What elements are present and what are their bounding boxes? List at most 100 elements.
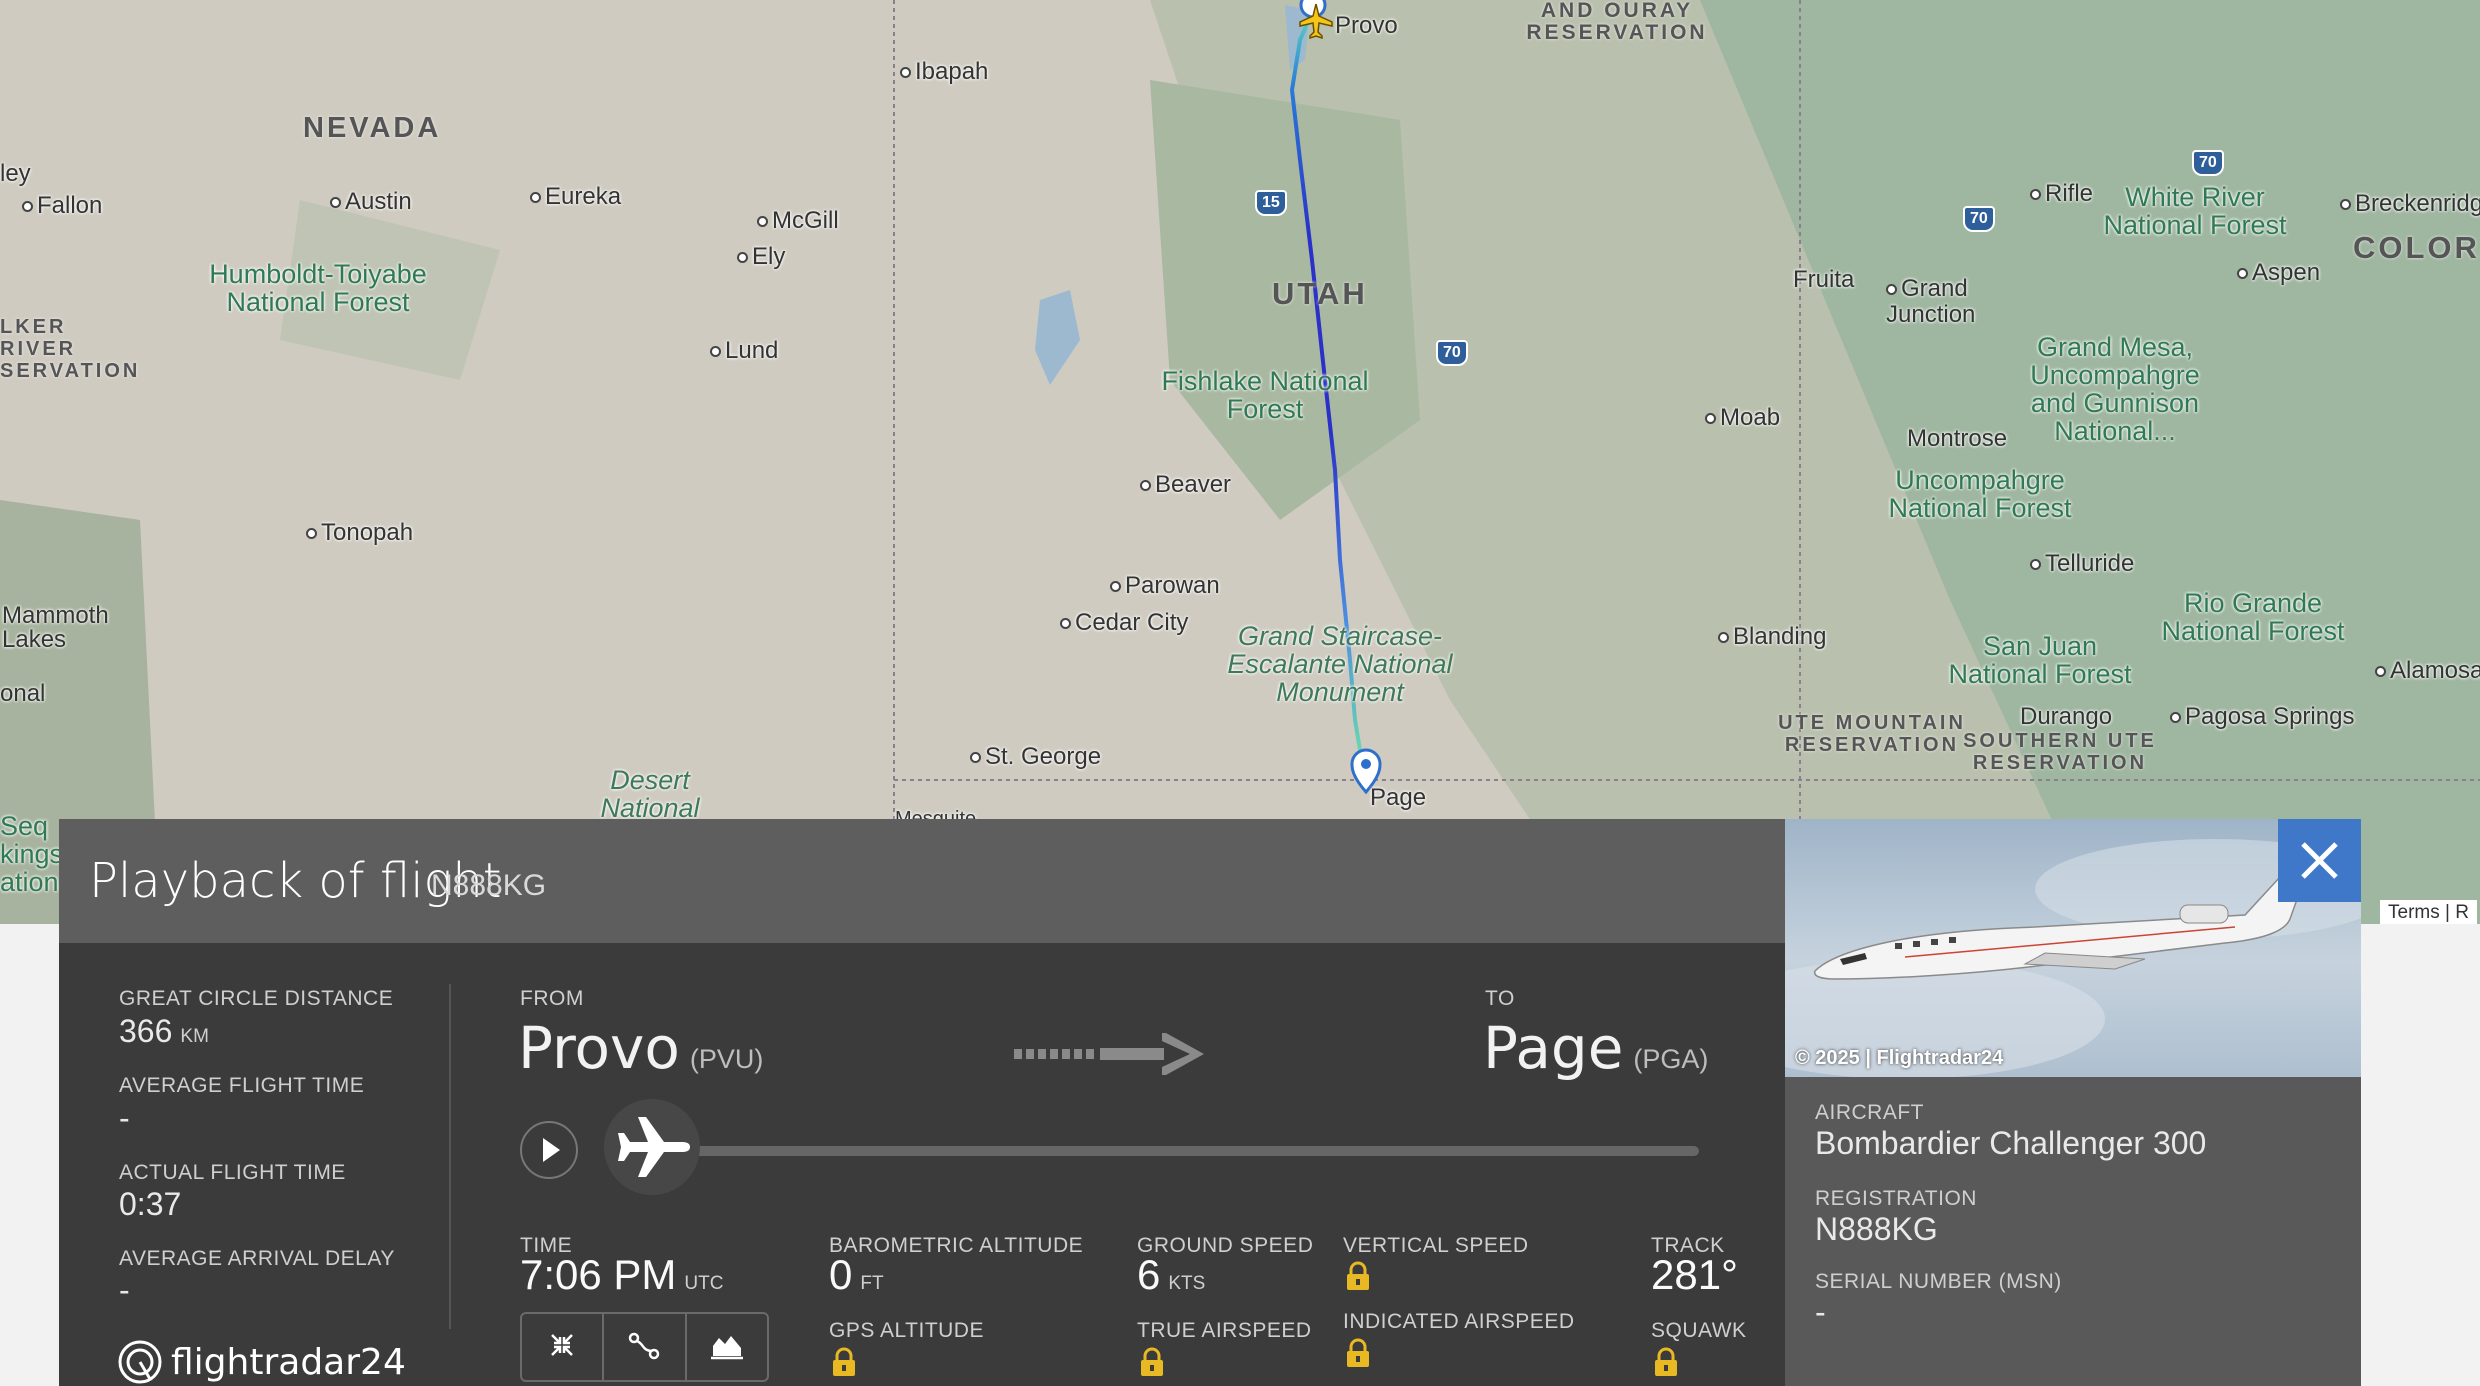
playback-timeline[interactable]: [659, 1146, 1699, 1156]
highway-70-shield: 70: [1963, 206, 1995, 232]
radar-logo-icon: [118, 1340, 162, 1384]
forest-white-river: White River National Forest: [2103, 182, 2287, 240]
place-beaver: Beaver: [1140, 471, 1231, 499]
forest-uncompahgre: Uncompahgre National Forest: [1888, 465, 2072, 523]
ground-speed-value: 6 KTS: [1137, 1251, 1206, 1298]
place-mcgill: McGill: [757, 207, 839, 235]
place-mammoth-lakes: Mammoth Lakes: [2, 602, 109, 653]
gps-altitude-label: GPS ALTITUDE: [829, 1319, 984, 1342]
avg-flight-time-label: AVERAGE FLIGHT TIME: [119, 1074, 365, 1097]
collapse-view-button[interactable]: [522, 1314, 605, 1380]
baro-altitude-value: 0 FT: [829, 1251, 884, 1298]
lock-icon[interactable]: [1345, 1261, 1371, 1291]
place-aspen: Aspen: [2237, 259, 2320, 287]
place-alamosa: Alamosa: [2375, 657, 2480, 685]
to-airport: Page (PGA): [1483, 1014, 1709, 1082]
place-page: Page: [1370, 784, 1427, 811]
playback-panel: Playback of flight N888KG GREAT CIRCLE D…: [59, 819, 1785, 1386]
forest-humboldt-toiyabe: Humboldt-Toiyabe National Forest: [209, 259, 427, 317]
place-pagosa-springs: Pagosa Springs: [2170, 703, 2354, 731]
place-austin: Austin: [330, 188, 412, 216]
squawk-label: SQUAWK: [1651, 1319, 1747, 1342]
place-fruita: Fruita: [1793, 266, 1855, 293]
place-provo: Provo: [1335, 12, 1398, 39]
place-tonopah: Tonopah: [306, 519, 413, 547]
lock-icon[interactable]: [831, 1347, 857, 1377]
place-cedar-city: Cedar City: [1060, 609, 1188, 637]
flight-map[interactable]: Provo Ibapah Fallon Austin Eureka McGill…: [0, 0, 2480, 924]
route-view-button[interactable]: [604, 1314, 687, 1380]
close-button[interactable]: [2278, 819, 2361, 902]
region-ouray: AND OURAY RESERVATION: [1526, 0, 1708, 44]
gcd-value: 366 KM: [119, 1013, 209, 1049]
highway-15-shield: 15: [1255, 190, 1287, 216]
aircraft-illustration: [1785, 839, 2361, 1077]
play-icon: [543, 1138, 560, 1162]
altitude-graph-button[interactable]: [687, 1314, 767, 1380]
registration-value: N888KG: [1815, 1211, 1938, 1247]
actual-flight-time-value: 0:37: [119, 1186, 182, 1222]
place-eureka: Eureka: [530, 183, 621, 211]
terms-link[interactable]: Terms | R: [2380, 900, 2477, 924]
timeline-scrubber[interactable]: [604, 1099, 700, 1195]
avg-arrival-delay-value: -: [119, 1272, 130, 1308]
lock-icon[interactable]: [1653, 1347, 1679, 1377]
aircraft-label: AIRCRAFT: [1815, 1101, 1924, 1124]
aircraft-value: Bombardier Challenger 300: [1815, 1125, 2207, 1161]
forest-rio-grande: Rio Grande National Forest: [2161, 588, 2345, 646]
panel-header: Playback of flight N888KG: [59, 819, 1785, 943]
lock-icon[interactable]: [1345, 1338, 1371, 1368]
place-lund: Lund: [710, 337, 778, 365]
place-blanding: Blanding: [1718, 623, 1826, 651]
place-moab: Moab: [1705, 404, 1780, 432]
region-southern-ute: SOUTHERN UTE RESERVATION: [1963, 730, 2157, 774]
aircraft-photo[interactable]: © 2025 | Flightradar24: [1785, 819, 2361, 1077]
msn-label: SERIAL NUMBER (MSN): [1815, 1270, 2062, 1293]
vertical-speed-label: VERTICAL SPEED: [1343, 1234, 1529, 1257]
registration-label: REGISTRATION: [1815, 1187, 1977, 1210]
from-label: FROM: [520, 987, 584, 1010]
place-telluride: Telluride: [2030, 550, 2134, 578]
route-icon: [629, 1332, 660, 1360]
place-edge-onal: onal: [0, 680, 46, 707]
place-edge-ley: ley: [0, 160, 31, 187]
region-ute-mountain: UTE MOUNTAIN RESERVATION: [1778, 712, 1966, 756]
place-montrose: Montrose: [1907, 425, 2008, 452]
view-controls: [520, 1312, 769, 1382]
play-button[interactable]: [520, 1121, 578, 1179]
flight-id: N888KG: [431, 869, 547, 902]
forest-seq-edge: Seq kings ation: [0, 811, 64, 897]
flightradar24-logo: flightradar24: [117, 1339, 406, 1385]
region-colorado: COLORA: [2353, 230, 2480, 265]
region-walker-river: LKER RIVER SERVATION: [0, 316, 141, 382]
forest-san-juan: San Juan National Forest: [1948, 631, 2132, 689]
true-airspeed-label: TRUE AIRSPEED: [1137, 1319, 1312, 1342]
stats-divider: [449, 984, 451, 1329]
from-airport: Provo (PVU): [518, 1014, 764, 1082]
place-ely: Ely: [737, 243, 785, 271]
gcd-label: GREAT CIRCLE DISTANCE: [119, 987, 394, 1010]
time-value: 7:06 PM UTC: [520, 1251, 724, 1298]
place-breckenridge: Breckenridg: [2340, 190, 2480, 218]
forest-fishlake: Fishlake National Forest: [1161, 366, 1369, 424]
region-nevada: NEVADA: [303, 112, 442, 144]
photo-credit: © 2025 | Flightradar24: [1795, 1047, 2004, 1069]
track-value: 281°: [1651, 1251, 1738, 1298]
forest-gmug: Grand Mesa, Uncompahgre and Gunnison Nat…: [2030, 332, 2200, 446]
place-grand-junction: Grand Junction: [1886, 276, 2006, 328]
area-chart-icon: [710, 1336, 743, 1360]
route-arrow-icon: [1014, 1033, 1204, 1075]
avg-flight-time-value: -: [119, 1100, 130, 1136]
lock-icon[interactable]: [1139, 1347, 1165, 1377]
place-st-george: St. George: [970, 743, 1101, 771]
to-label: TO: [1485, 987, 1515, 1010]
actual-flight-time-label: ACTUAL FLIGHT TIME: [119, 1161, 346, 1184]
forest-desert: Desert National: [600, 765, 700, 823]
aircraft-info: AIRCRAFT Bombardier Challenger 300 REGIS…: [1785, 1077, 2361, 1386]
place-durango: Durango: [2020, 703, 2113, 730]
collapse-arrows-icon: [551, 1334, 573, 1356]
forest-grand-staircase: Grand Staircase-Escalante National Monum…: [1227, 621, 1453, 707]
msn-value: -: [1815, 1294, 1826, 1330]
place-ibapah: Ibapah: [900, 58, 988, 86]
place-fallon: Fallon: [22, 192, 102, 220]
